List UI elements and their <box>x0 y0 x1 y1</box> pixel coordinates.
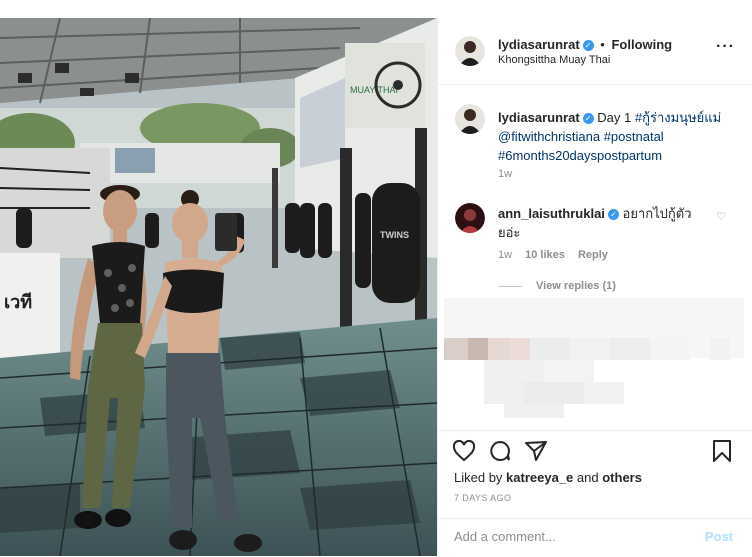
post-actions <box>438 430 752 463</box>
verified-badge-icon: ✓ <box>582 40 594 52</box>
comment-likes-count[interactable]: 10 likes <box>525 249 565 261</box>
author-avatar[interactable] <box>455 36 485 66</box>
likes-others-link[interactable]: others <box>602 470 642 485</box>
post-comment-button[interactable]: Post <box>705 529 733 544</box>
likes-summary: Liked by katreeya_e and others <box>454 470 642 485</box>
caption-username[interactable]: lydiasarunrat <box>498 110 580 125</box>
view-replies-button[interactable]: View replies (1) <box>498 280 616 292</box>
phone <box>215 213 237 251</box>
following-button[interactable]: Following <box>611 37 672 52</box>
comment-like-heart-icon[interactable]: ♡ <box>716 210 726 223</box>
verified-badge-icon: ✓ <box>607 209 619 221</box>
post-caption: lydiasarunrat ✓ Day 1 #กู้ร่างมนุษย์แม่ @… <box>498 108 738 165</box>
ring-banner-text: เวที <box>4 292 32 312</box>
post-header: lydiasarunrat ✓ • Following Khongsittha M… <box>438 18 752 85</box>
comment-meta: 1w 10 likes Reply <box>498 249 618 261</box>
comment-timestamp[interactable]: 1w <box>498 249 512 261</box>
verified-badge-icon: ✓ <box>582 113 594 125</box>
location-link[interactable]: Khongsittha Muay Thai <box>498 54 610 66</box>
share-icon[interactable] <box>524 439 548 463</box>
commenter-username[interactable]: ann_laisuthruklai <box>498 206 605 221</box>
comment-icon[interactable] <box>488 439 512 463</box>
hashtag-link[interactable]: #6months20dayspostpartum <box>498 148 662 163</box>
commenter-avatar[interactable] <box>455 203 485 233</box>
post-sidebar: lydiasarunrat ✓ • Following Khongsittha M… <box>437 18 752 556</box>
caption-timestamp[interactable]: 1w <box>498 168 512 180</box>
caption-author-avatar[interactable] <box>455 104 485 134</box>
bookmark-icon[interactable] <box>710 439 734 463</box>
likes-middle: and <box>576 470 599 485</box>
heart-icon[interactable] <box>452 439 476 463</box>
separator-dot: • <box>600 37 605 52</box>
mention-link[interactable]: @fitwithchristiana <box>498 129 600 144</box>
view-replies-label: View replies (1) <box>536 280 616 292</box>
hashtag-link[interactable]: #กู้ร่างมนุษย์แม่ <box>635 110 721 125</box>
gym-photo-illustration: MUAY THAI เวที TWINS <box>0 18 437 556</box>
replies-divider-line <box>498 285 522 287</box>
pixelated-comments <box>444 298 744 418</box>
wall-banner-text: MUAY THAI <box>350 85 398 95</box>
add-comment-input[interactable] <box>454 529 674 544</box>
add-comment-bar: Post <box>438 518 752 557</box>
comment: ann_laisuthruklai ✓ อยากไปกู้ตัวยอ่ะ <box>498 204 698 242</box>
post-photo[interactable]: MUAY THAI เวที TWINS <box>0 18 437 556</box>
post-container: MUAY THAI เวที TWINS lydiasarunrat ✓ • F… <box>0 18 752 556</box>
liked-by-user-link[interactable]: katreeya_e <box>506 470 573 485</box>
post-date[interactable]: 7 DAYS AGO <box>454 493 511 503</box>
likes-prefix: Liked by <box>454 470 503 485</box>
punching-bag-label: TWINS <box>380 230 409 240</box>
author-username[interactable]: lydiasarunrat <box>498 37 580 52</box>
hashtag-link[interactable]: #postnatal <box>604 129 664 144</box>
reply-button[interactable]: Reply <box>578 249 608 261</box>
caption-text: Day 1 <box>597 110 632 125</box>
header-author-line: lydiasarunrat ✓ • Following <box>498 37 672 52</box>
more-options-icon[interactable]: ··· <box>716 38 735 56</box>
